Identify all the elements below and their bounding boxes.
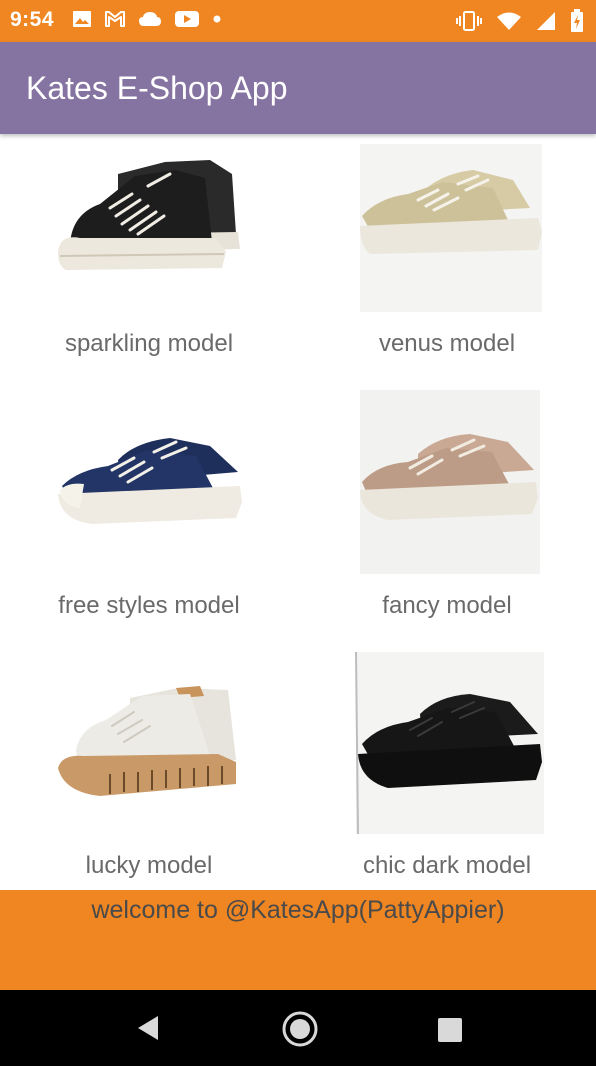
product-card[interactable]: venus model	[298, 134, 596, 374]
product-label[interactable]: fancy model	[298, 592, 596, 620]
vibrate-icon	[456, 11, 482, 31]
product-label[interactable]: venus model	[298, 330, 596, 358]
youtube-icon	[175, 11, 199, 27]
white-high-top-sneaker-image	[58, 686, 236, 796]
app-title: Kates E-Shop App	[26, 70, 288, 106]
product-grid[interactable]: sparkling model venus model free styles …	[0, 134, 596, 890]
product-card[interactable]: chic dark model	[298, 650, 596, 890]
product-card[interactable]: lucky model	[0, 650, 298, 890]
status-bar: 9:54	[0, 0, 596, 42]
product-image[interactable]	[298, 390, 596, 580]
notification-icons	[72, 9, 222, 29]
dot-icon	[213, 15, 221, 23]
welcome-text: welcome to @KatesApp(PattyAppier)	[91, 896, 505, 924]
tan-low-top-sneaker-image	[360, 390, 540, 574]
status-time: 9:54	[10, 8, 55, 31]
footer-banner: welcome to @KatesApp(PattyAppier)	[0, 890, 596, 990]
back-icon[interactable]	[134, 1008, 164, 1048]
home-icon[interactable]	[280, 1009, 320, 1049]
product-label[interactable]: free styles model	[0, 592, 298, 620]
black-high-top-sneaker-image	[58, 160, 240, 270]
app-bar: Kates E-Shop App	[0, 42, 596, 134]
product-label[interactable]: chic dark model	[298, 852, 596, 880]
all-black-low-top-sneaker-image	[355, 651, 544, 835]
product-card[interactable]: free styles model	[0, 390, 298, 630]
product-card[interactable]: fancy model	[298, 390, 596, 630]
signal-icon	[537, 12, 555, 30]
product-image[interactable]	[298, 650, 596, 840]
image-icon	[73, 11, 91, 27]
product-image[interactable]	[0, 650, 298, 840]
battery-icon	[571, 9, 583, 32]
system-icons	[456, 9, 584, 33]
cloud-icon	[139, 12, 161, 26]
product-label[interactable]: lucky model	[0, 852, 298, 880]
product-image[interactable]	[0, 390, 298, 580]
product-card[interactable]: sparkling model	[0, 134, 298, 374]
gmail-icon	[105, 11, 125, 27]
navigation-bar	[0, 990, 596, 1066]
wifi-icon	[497, 12, 521, 30]
recents-icon[interactable]	[436, 1016, 464, 1044]
beige-low-top-sneaker-image	[360, 144, 542, 312]
navy-low-top-sneaker-image	[58, 438, 242, 524]
product-image[interactable]	[0, 134, 298, 324]
product-label[interactable]: sparkling model	[0, 330, 298, 358]
product-image[interactable]	[298, 134, 596, 324]
